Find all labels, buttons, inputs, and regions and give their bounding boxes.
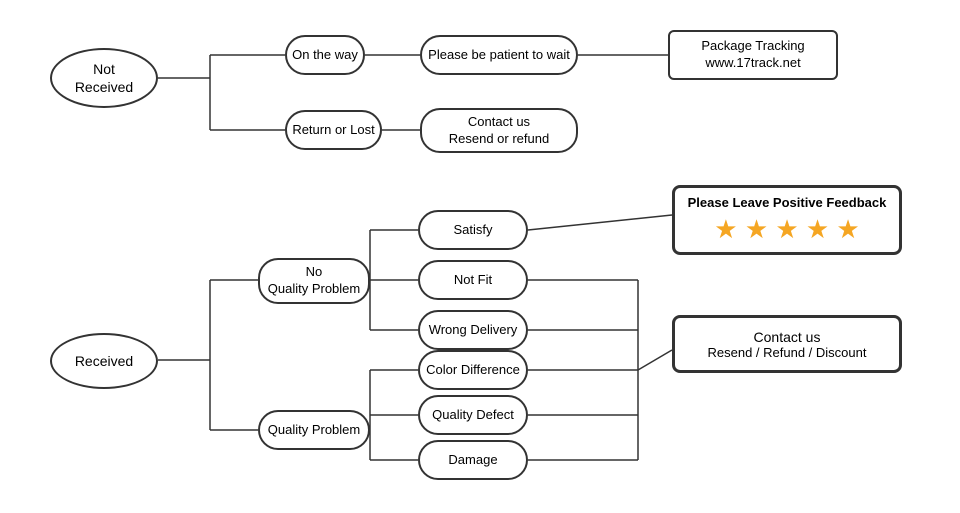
feedback-box: Please Leave Positive Feedback ★ ★ ★ ★ ★ [672,185,902,255]
not-fit-node: Not Fit [418,260,528,300]
feedback-stars: ★ ★ ★ ★ ★ [714,214,859,245]
received-node: Received [50,333,158,389]
contact-resend2-line2: Resend / Refund / Discount [708,345,867,360]
feedback-title: Please Leave Positive Feedback [688,195,887,210]
not-received-node: Not Received [50,48,158,108]
contact-resend2-box: Contact us Resend / Refund / Discount [672,315,902,373]
no-quality-problem-node: No Quality Problem [258,258,370,304]
damage-node: Damage [418,440,528,480]
quality-problem-node: Quality Problem [258,410,370,450]
quality-defect-node: Quality Defect [418,395,528,435]
satisfy-node: Satisfy [418,210,528,250]
color-difference-node: Color Difference [418,350,528,390]
wrong-delivery-node: Wrong Delivery [418,310,528,350]
on-the-way-node: On the way [285,35,365,75]
contact-resend2-line1: Contact us [754,329,821,345]
return-or-lost-node: Return or Lost [285,110,382,150]
patient-node: Please be patient to wait [420,35,578,75]
diagram: Not Received On the way Return or Lost P… [0,0,960,513]
package-tracking-node: Package Tracking www.17track.net [668,30,838,80]
contact-resend-node: Contact us Resend or refund [420,108,578,153]
